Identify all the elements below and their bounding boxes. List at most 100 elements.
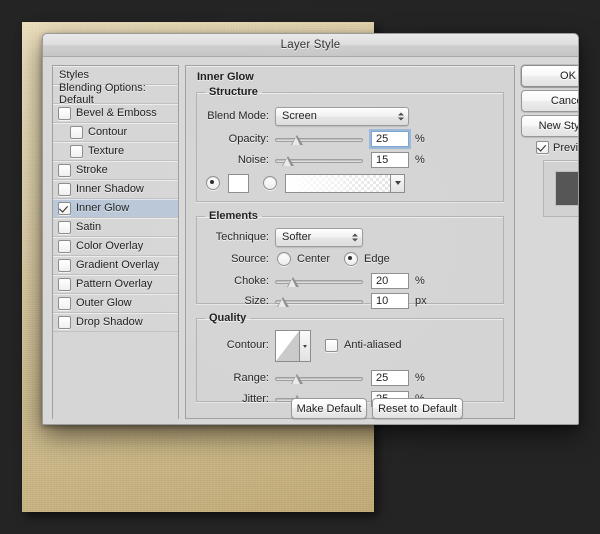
contour-label: Contour: xyxy=(226,339,269,351)
blend-mode-value: Screen xyxy=(282,110,317,122)
group-quality-legend: Quality xyxy=(209,312,247,324)
group-structure: Structure Blend Mode: Screen Opacity: 25… xyxy=(196,86,504,202)
slider-knob[interactable] xyxy=(291,374,303,384)
checkbox-icon-preview[interactable] xyxy=(536,141,549,154)
size-unit: px xyxy=(415,295,427,307)
checkbox-icon-inner-shadow[interactable] xyxy=(58,182,71,196)
chevron-down-icon[interactable] xyxy=(390,174,404,192)
style-item-label: Inner Shadow xyxy=(76,183,144,195)
blending-options-row[interactable]: Blending Options: Default xyxy=(53,82,178,106)
blending-options-label: Blending Options: Default xyxy=(59,82,146,106)
size-input[interactable] xyxy=(371,293,409,309)
make-default-button[interactable]: Make Default xyxy=(291,398,367,419)
ok-button[interactable]: OK xyxy=(521,65,578,87)
radio-fill-color[interactable] xyxy=(206,176,220,190)
choke-slider[interactable] xyxy=(275,274,363,288)
choke-label: Choke: xyxy=(234,275,269,287)
style-item-drop-shadow[interactable]: Drop Shadow xyxy=(53,313,178,332)
opacity-input[interactable] xyxy=(371,131,409,147)
options-panel-title: Inner Glow xyxy=(197,71,254,83)
checkbox-icon-drop-shadow[interactable] xyxy=(58,315,71,329)
slider-knob[interactable] xyxy=(282,156,295,166)
desktop-background: Layer Style Styles Blending Options: Def… xyxy=(0,0,600,534)
slider-knob[interactable] xyxy=(286,277,299,287)
slider-track xyxy=(275,377,363,381)
checkbox-icon-stroke[interactable] xyxy=(58,163,71,177)
technique-select[interactable]: Softer xyxy=(275,227,363,247)
checkbox-icon-texture[interactable] xyxy=(70,144,83,158)
group-elements: Elements Technique: Softer Source: Cente… xyxy=(196,210,504,309)
style-item-inner-shadow[interactable]: Inner Shadow xyxy=(53,180,178,199)
checkbox-icon-gradient-overlay[interactable] xyxy=(58,258,71,272)
new-style-button[interactable]: New Style... xyxy=(521,115,578,137)
style-item-bevel-emboss[interactable]: Bevel & Emboss xyxy=(53,104,178,123)
style-item-label: Drop Shadow xyxy=(76,316,143,328)
checkbox-icon-satin[interactable] xyxy=(58,220,71,234)
style-item-stroke[interactable]: Stroke xyxy=(53,161,178,180)
preview-thumbnail xyxy=(543,160,578,217)
style-item-label: Pattern Overlay xyxy=(76,278,153,290)
reset-to-default-button[interactable]: Reset to Default xyxy=(372,398,463,419)
slider-knob[interactable] xyxy=(276,297,289,307)
checkbox-icon-contour[interactable] xyxy=(70,125,83,139)
blend-mode-select[interactable]: Screen xyxy=(275,106,409,126)
noise-input[interactable] xyxy=(371,152,409,168)
style-item-gradient-overlay[interactable]: Gradient Overlay xyxy=(53,256,178,275)
opacity-slider[interactable] xyxy=(275,132,363,146)
source-label: Source: xyxy=(231,253,269,265)
checkbox-icon-anti-aliased[interactable] xyxy=(325,338,338,352)
preview-label: Preview xyxy=(553,141,579,154)
styles-list[interactable]: Styles Blending Options: Default Bevel &… xyxy=(52,65,179,424)
glow-color-swatch[interactable] xyxy=(228,173,249,193)
preview-checkbox-row[interactable]: Preview xyxy=(536,141,579,154)
technique-value: Softer xyxy=(282,231,312,243)
preview-swatch xyxy=(555,172,578,205)
style-item-outer-glow[interactable]: Outer Glow xyxy=(53,294,178,313)
anti-aliased-label: Anti-aliased xyxy=(344,339,402,351)
jitter-label: Jitter: xyxy=(242,393,269,405)
chevron-updown-icon xyxy=(351,231,358,244)
radio-source-center[interactable] xyxy=(277,252,291,266)
style-item-label: Outer Glow xyxy=(76,297,132,309)
contour-curve-preview xyxy=(276,331,299,361)
choke-input[interactable] xyxy=(371,273,409,289)
checkbox-icon-outer-glow[interactable] xyxy=(58,296,71,310)
dialog-titlebar[interactable]: Layer Style xyxy=(43,34,578,57)
style-item-color-overlay[interactable]: Color Overlay xyxy=(53,237,178,256)
noise-unit: % xyxy=(415,154,425,166)
style-item-inner-glow[interactable]: Inner Glow xyxy=(53,199,178,218)
blend-mode-label: Blend Mode: xyxy=(207,110,269,122)
style-item-label: Color Overlay xyxy=(76,240,144,252)
range-input[interactable] xyxy=(371,370,409,386)
radio-fill-gradient[interactable] xyxy=(263,176,277,190)
size-slider[interactable] xyxy=(275,294,363,308)
style-item-label: Bevel & Emboss xyxy=(76,107,157,119)
chevron-down-icon[interactable] xyxy=(299,331,310,361)
checkbox-icon-bevel-emboss[interactable] xyxy=(58,106,71,120)
cancel-button[interactable]: Cancel xyxy=(521,90,578,112)
checkbox-icon-pattern-overlay[interactable] xyxy=(58,277,71,291)
radio-source-edge[interactable] xyxy=(344,252,359,266)
checkbox-icon-color-overlay[interactable] xyxy=(58,239,71,253)
group-quality: Quality Contour: Anti-aliased Range: 25 … xyxy=(196,312,504,407)
style-item-label: Contour xyxy=(88,126,128,138)
style-item-texture[interactable]: Texture xyxy=(53,142,178,161)
style-item-satin[interactable]: Satin xyxy=(53,218,178,237)
range-unit: % xyxy=(415,372,425,384)
style-item-contour[interactable]: Contour xyxy=(53,123,178,142)
noise-slider[interactable] xyxy=(275,153,363,167)
style-item-pattern-overlay[interactable]: Pattern Overlay xyxy=(53,275,178,294)
style-item-label: Satin xyxy=(76,221,102,233)
choke-unit: % xyxy=(415,275,425,287)
range-label: Range: xyxy=(233,372,269,384)
range-slider[interactable] xyxy=(275,371,363,385)
glow-gradient-picker[interactable] xyxy=(285,173,405,193)
styles-list-empty-area xyxy=(53,332,178,424)
chevron-updown-icon xyxy=(397,110,404,123)
slider-knob[interactable] xyxy=(291,135,303,145)
gradient-preview xyxy=(286,174,390,192)
contour-picker[interactable] xyxy=(275,330,311,362)
checkbox-icon-inner-glow[interactable] xyxy=(58,201,71,215)
dialog-title: Layer Style xyxy=(280,39,341,51)
opacity-unit: % xyxy=(415,133,425,145)
